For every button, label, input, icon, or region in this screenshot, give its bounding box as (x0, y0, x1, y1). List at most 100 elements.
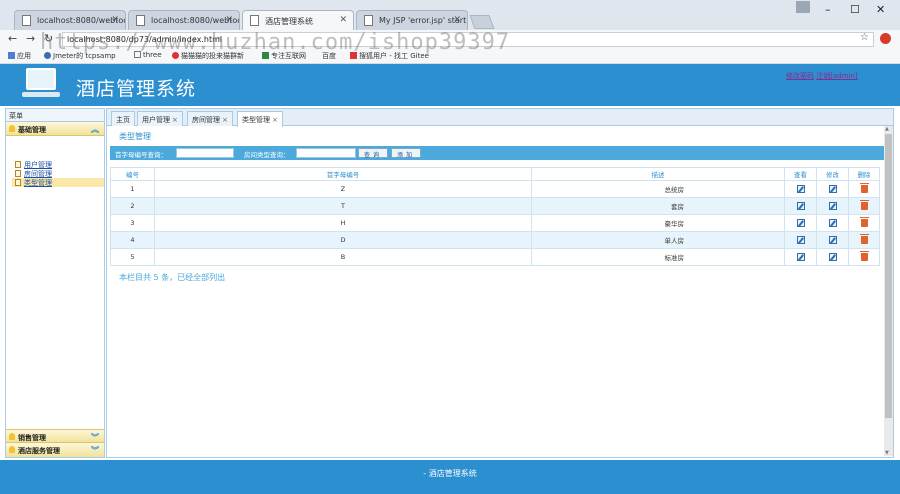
view-icon[interactable] (796, 219, 805, 227)
minimize-icon[interactable]: – (825, 3, 831, 16)
trash-icon[interactable] (859, 217, 869, 227)
cell-description: 豪华房 (531, 214, 785, 232)
search-button[interactable]: 查询 (358, 148, 389, 159)
close-window-icon[interactable]: ✕ (876, 3, 885, 16)
cell-id: 4 (110, 231, 155, 249)
column-header: 编号 (110, 167, 155, 181)
forward-icon[interactable]: → (26, 32, 35, 45)
view-icon[interactable] (796, 236, 805, 244)
edit-icon[interactable] (828, 236, 837, 244)
maximize-icon[interactable]: ☐ (850, 3, 860, 16)
close-icon[interactable]: ✕ (453, 15, 461, 25)
lightbulb-icon (9, 446, 15, 453)
edit-cell (816, 180, 849, 198)
trash-icon[interactable] (859, 234, 869, 244)
logout-link[interactable]: 注销[admin] (816, 72, 857, 80)
view-icon[interactable] (796, 253, 805, 261)
bookmark-6[interactable]: 百度 (322, 51, 336, 61)
close-icon[interactable]: × (222, 116, 228, 124)
close-icon[interactable]: ✕ (225, 15, 233, 25)
delete-cell (848, 248, 880, 266)
column-header: 查看 (784, 167, 817, 181)
sidebar-item-users[interactable]: 用户管理 (12, 160, 104, 169)
sidebar-item-rooms[interactable]: 房间管理 (12, 169, 104, 178)
new-tab-button[interactable] (469, 15, 495, 29)
monitor-logo-icon (22, 68, 60, 98)
edit-icon[interactable] (828, 185, 837, 193)
edit-icon[interactable] (828, 202, 837, 210)
browser-tab-strip: localhost:8080/webtoo ✕ localhost:8080/w… (0, 0, 900, 30)
bookmark-star-icon[interactable]: ☆ (860, 32, 869, 43)
trash-icon[interactable] (859, 183, 869, 193)
edit-cell (816, 214, 849, 232)
close-icon[interactable]: × (172, 116, 178, 124)
search-label-type: 房间类型查询： (244, 151, 290, 159)
extension-icon[interactable] (880, 33, 891, 44)
add-button[interactable]: 添加 (391, 148, 422, 159)
letter-search-input[interactable] (176, 148, 234, 158)
header-links: 修改密码 注销[admin] (786, 71, 858, 81)
delete-cell (848, 180, 880, 198)
bookmark-apps[interactable]: 应用 (8, 51, 31, 61)
view-icon[interactable] (796, 185, 805, 193)
chevron-down-icon[interactable]: ︾ (91, 432, 99, 443)
sidebar-item-types[interactable]: 类型管理 (12, 178, 104, 187)
back-icon[interactable]: ← (8, 32, 17, 45)
url-input[interactable]: localhost:8080/dp73/admin/index.html (62, 32, 874, 47)
bookmark-7[interactable]: 搜狐用户 - 找工 Gitee (350, 51, 429, 61)
chevron-down-icon[interactable]: ︾ (91, 445, 99, 456)
sidebar-group-basic[interactable]: 基础管理 ︽ (6, 122, 104, 136)
close-icon[interactable]: ✕ (339, 15, 347, 25)
sidebar: 菜单 基础管理 ︽ 用户管理 房间管理 类型管理 销售管理 ︾ 酒店服务管理 ︾ (5, 108, 105, 458)
chevron-up-icon[interactable]: ︽ (91, 124, 99, 135)
cell-letter: H (154, 214, 532, 232)
tab-users[interactable]: 用户管理 × (137, 111, 183, 126)
edit-cell (816, 197, 849, 215)
column-header: 首字母编号 (154, 167, 532, 181)
close-icon[interactable]: ✕ (111, 15, 119, 25)
scroll-down-icon[interactable]: ▼ (885, 450, 889, 456)
view-cell (784, 197, 817, 215)
browser-tab-4[interactable]: My JSP 'error.jsp' starti ✕ (356, 10, 468, 30)
apps-grid-icon (8, 52, 15, 59)
footer-text: - 酒店管理系统 (423, 469, 477, 478)
page-icon (136, 15, 145, 26)
record-summary: 本栏目共 5 条，已经全部列出 (119, 273, 226, 282)
user-profile-icon[interactable] (796, 1, 810, 13)
tab-home[interactable]: 主页 (111, 111, 135, 126)
sidebar-group-sales[interactable]: 销售管理 ︾ (6, 429, 104, 443)
content-tabs: 主页 用户管理 × 房间管理 × 类型管理 × (107, 109, 893, 127)
sidebar-group-service[interactable]: 酒店服务管理 ︾ (6, 443, 104, 457)
bookmark-4[interactable]: 猫猫猫的投来猫群新 (172, 51, 244, 61)
bookmark-5[interactable]: 专注互联网 (262, 51, 306, 61)
reload-icon[interactable]: ↻ (44, 32, 53, 45)
trash-icon[interactable] (859, 251, 869, 261)
trash-icon[interactable] (859, 200, 869, 210)
browser-tab-3[interactable]: 酒店管理系统 ✕ (242, 10, 354, 30)
cell-description: 单人房 (531, 231, 785, 249)
scrollbar-thumb[interactable] (885, 134, 892, 418)
bookmark-jmeter[interactable]: Jmeter的 tcpsamp (44, 51, 116, 61)
edit-icon[interactable] (828, 219, 837, 227)
tab-types[interactable]: 类型管理 × (237, 111, 283, 127)
main-panel: 主页 用户管理 × 房间管理 × 类型管理 × 类型管理 首字母编号查询： 房间类型查… (106, 108, 894, 458)
cell-letter: D (154, 231, 532, 249)
scroll-up-icon[interactable]: ▲ (885, 126, 889, 132)
close-icon[interactable]: × (272, 116, 278, 124)
sidebar-subitems: 用户管理 房间管理 类型管理 (6, 136, 104, 187)
browser-tab-2[interactable]: localhost:8080/webtoo ✕ (128, 10, 240, 30)
vertical-scrollbar[interactable]: ▲ ▼ (884, 126, 893, 456)
view-icon[interactable] (796, 202, 805, 210)
sidebar-title: 菜单 (6, 109, 104, 122)
change-password-link[interactable]: 修改密码 (786, 72, 814, 80)
bookmarks-bar: 应用 Jmeter的 tcpsamp three 猫猫猫的投来猫群新 专注互联网… (0, 49, 900, 64)
bookmark-three[interactable]: three (134, 51, 162, 59)
browser-tab-1[interactable]: localhost:8080/webtoo ✕ (14, 10, 126, 30)
tab-rooms[interactable]: 房间管理 × (187, 111, 233, 126)
cell-id: 5 (110, 248, 155, 266)
type-search-input[interactable] (296, 148, 356, 158)
view-cell (784, 180, 817, 198)
edit-cell (816, 248, 849, 266)
edit-icon[interactable] (828, 253, 837, 261)
address-bar-row: ← → ↻ localhost:8080/dp73/admin/index.ht… (0, 30, 900, 49)
